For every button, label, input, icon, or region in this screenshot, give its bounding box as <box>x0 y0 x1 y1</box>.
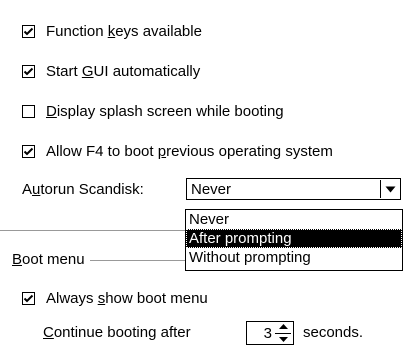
option-never[interactable]: Never <box>186 210 402 229</box>
boot-menu-divider <box>90 260 185 261</box>
option-without-prompting[interactable]: Without prompting <box>186 248 402 267</box>
function-keys-checkbox-row[interactable]: Function keys available <box>22 21 202 41</box>
always-show-boot-menu-checkbox[interactable] <box>22 291 35 305</box>
always-show-boot-menu-row[interactable]: Always show boot menu <box>22 288 208 308</box>
allow-f4-checkbox-row[interactable]: Allow F4 to boot previous operating syst… <box>22 141 333 161</box>
splash-screen-label: Display splash screen while booting <box>46 102 284 120</box>
autorun-scandisk-label: Autorun Scandisk: <box>22 181 144 198</box>
splash-screen-checkbox-row[interactable]: Display splash screen while booting <box>22 101 284 121</box>
option-after-prompting[interactable]: After prompting <box>186 229 402 248</box>
boot-delay-spinner[interactable]: 3 <box>246 321 294 345</box>
boot-delay-value[interactable]: 3 <box>264 324 272 344</box>
allow-f4-label: Allow F4 to boot previous operating syst… <box>46 142 333 160</box>
seconds-label: seconds. <box>303 324 364 341</box>
start-gui-checkbox-row[interactable]: Start GUI automatically <box>22 61 200 81</box>
start-gui-checkbox[interactable] <box>22 64 35 78</box>
spinner-divider <box>275 332 291 334</box>
autorun-dropdown-list[interactable]: Never After prompting Without prompting <box>185 209 403 271</box>
function-keys-label: Function keys available <box>46 22 202 40</box>
function-keys-checkbox[interactable] <box>22 24 35 38</box>
boot-menu-group-label: Boot menu <box>12 250 89 270</box>
checkmark-icon <box>23 67 34 75</box>
checkmark-icon <box>23 27 34 35</box>
chevron-down-icon <box>385 186 395 192</box>
continue-booting-label: Continue booting after <box>43 324 191 341</box>
group-separator-line <box>0 230 185 231</box>
spin-down-icon[interactable] <box>278 337 288 342</box>
dropdown-button[interactable] <box>380 180 399 198</box>
always-show-boot-menu-label: Always show boot menu <box>46 289 208 307</box>
checkmark-icon <box>23 147 34 155</box>
spinner-arrows[interactable] <box>275 324 291 342</box>
checkmark-icon <box>23 294 34 302</box>
autorun-scandisk-select[interactable]: Never <box>186 178 401 200</box>
allow-f4-checkbox[interactable] <box>22 144 35 158</box>
spin-up-icon[interactable] <box>278 324 288 329</box>
autorun-selected-value: Never <box>191 181 232 198</box>
splash-screen-checkbox[interactable] <box>22 104 35 118</box>
start-gui-label: Start GUI automatically <box>46 62 201 80</box>
